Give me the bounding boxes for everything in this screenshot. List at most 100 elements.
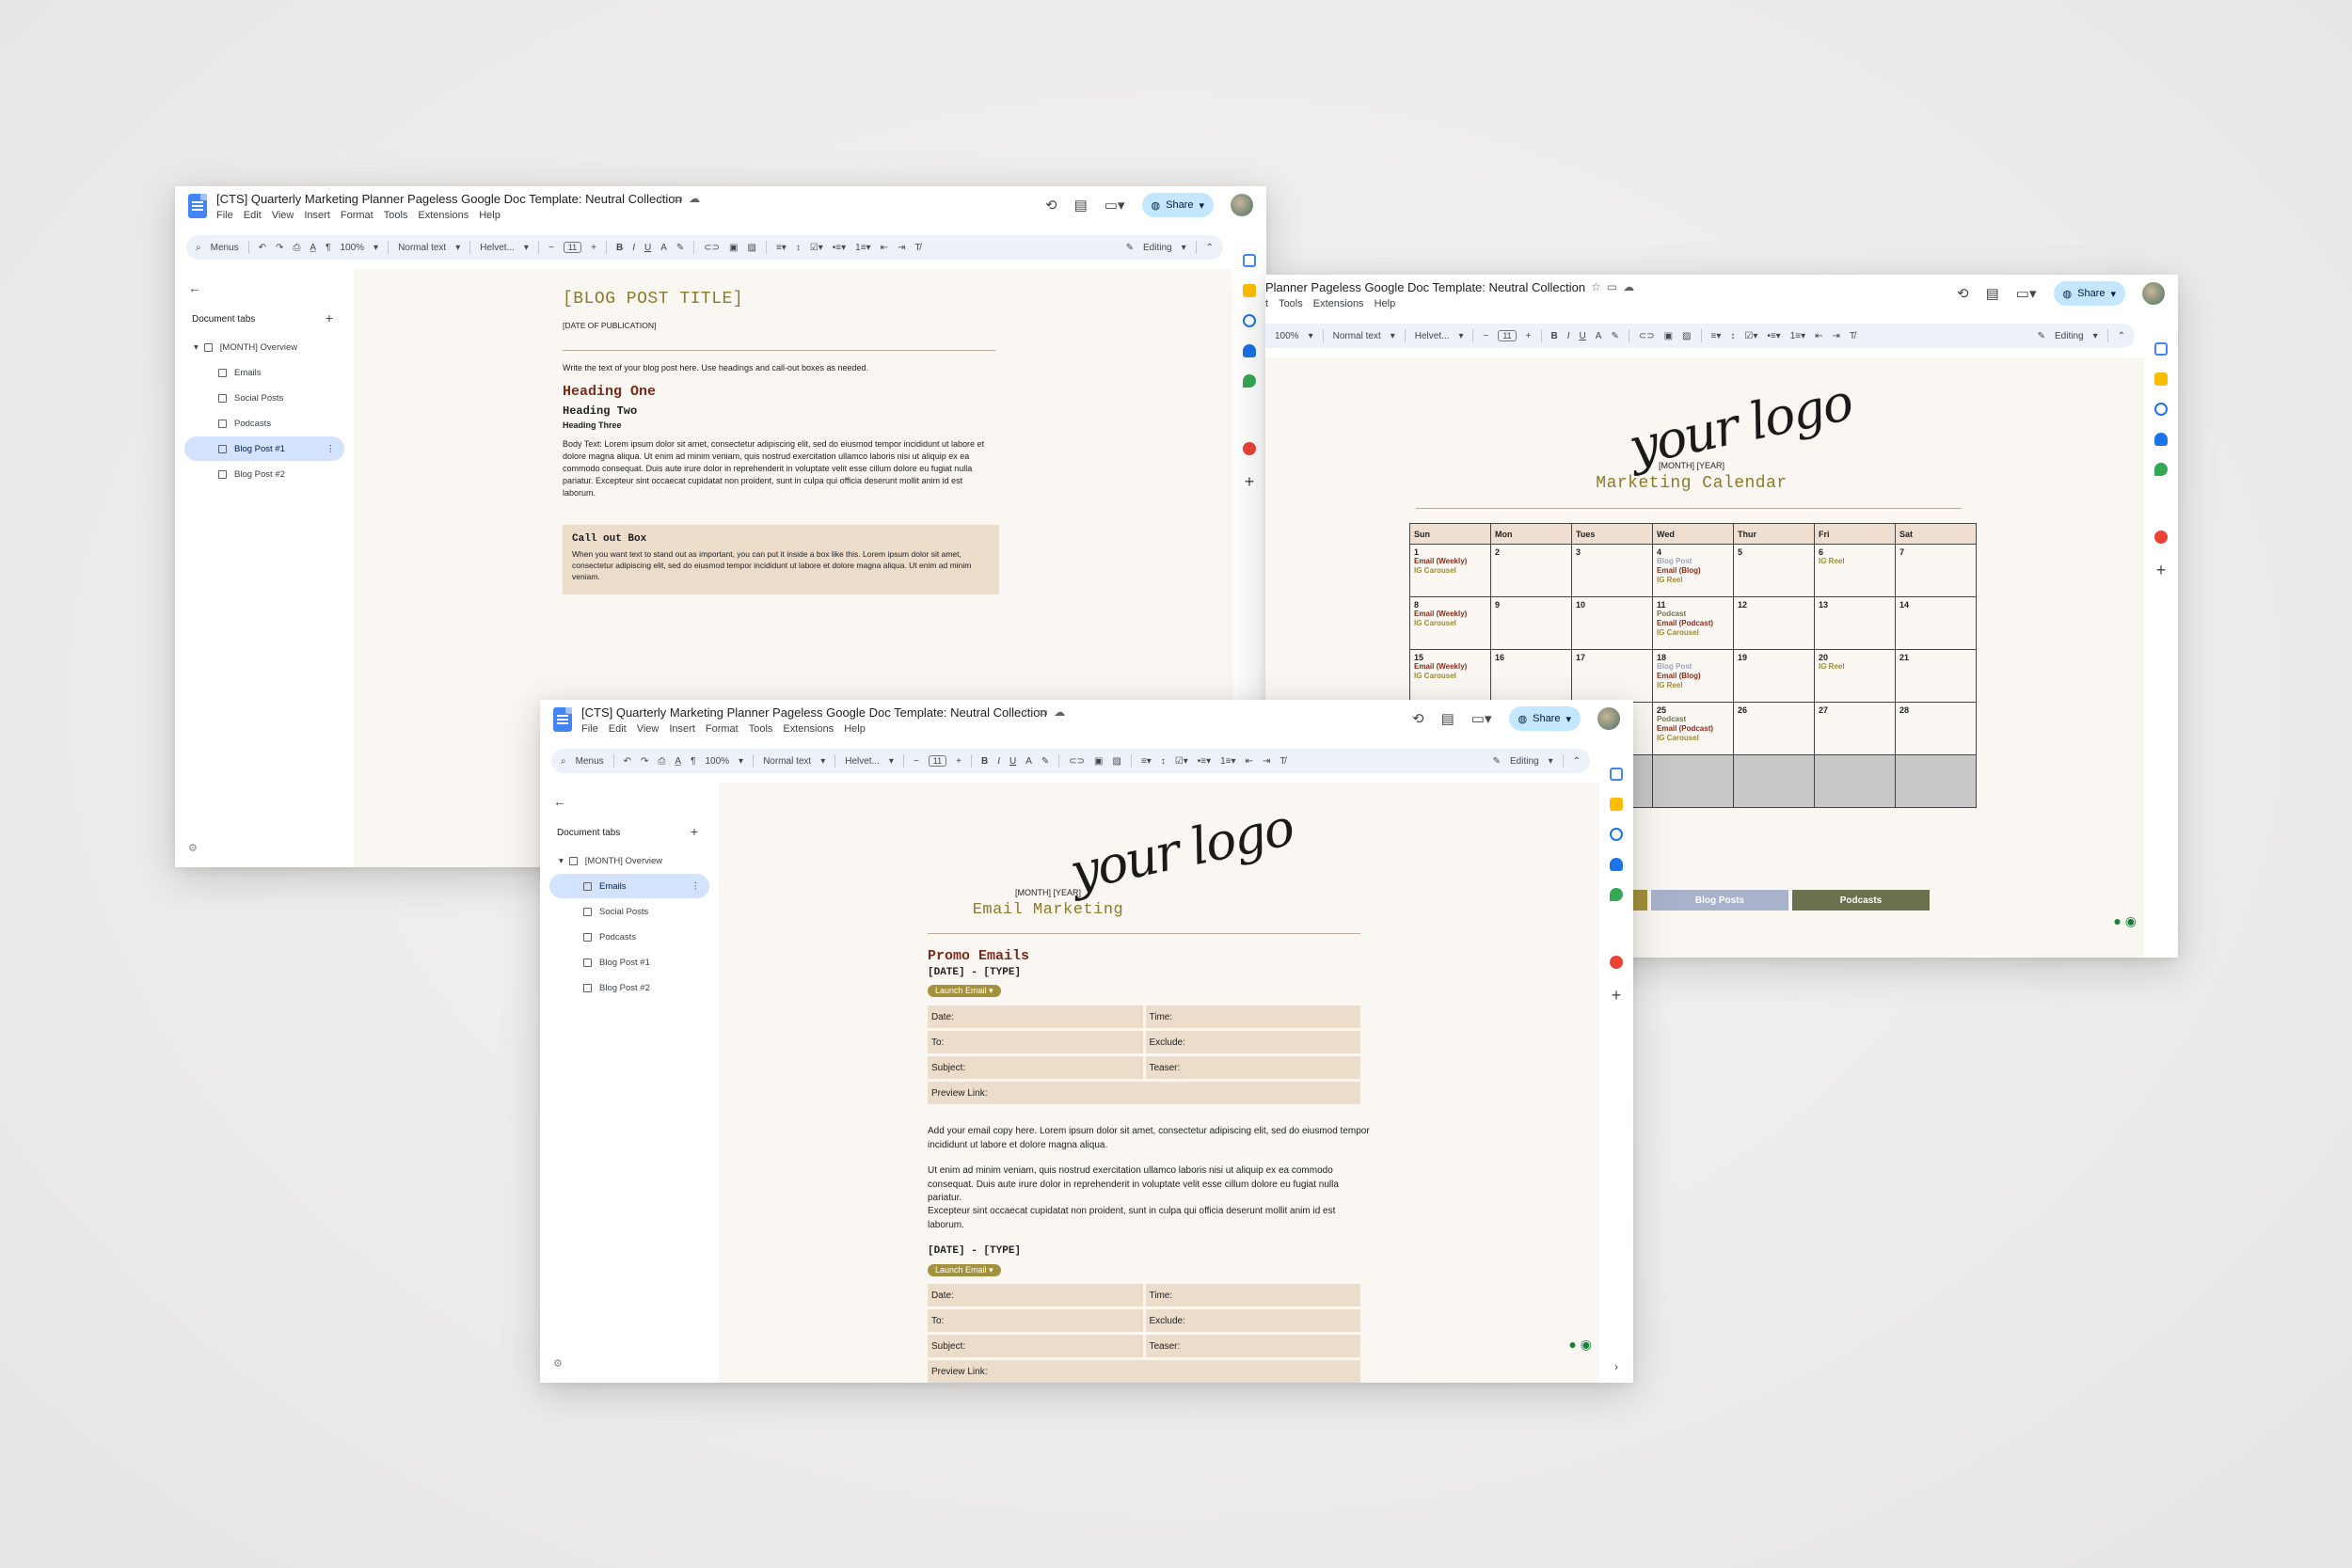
font-size-increase[interactable]: +: [591, 243, 596, 253]
calendar-day-cell[interactable]: 17: [1571, 649, 1653, 703]
search-menus-icon[interactable]: ⌕: [561, 756, 566, 767]
title-action-icons[interactable]: ☆▭☁: [1022, 705, 1071, 719]
exclude-field[interactable]: Exclude:: [1145, 1031, 1360, 1053]
tab-podcasts[interactable]: Podcasts: [549, 925, 709, 949]
maps-icon[interactable]: [1610, 888, 1623, 901]
menu-view[interactable]: View: [637, 723, 660, 735]
highlight-icon[interactable]: ✎: [1611, 331, 1618, 341]
underline-icon[interactable]: U: [1580, 331, 1586, 341]
tab-blog-post-2[interactable]: Blog Post #2: [549, 975, 709, 1000]
zoom-select[interactable]: 100%: [705, 756, 729, 767]
menu-edit[interactable]: Edit: [244, 210, 262, 221]
style-select[interactable]: Normal text: [398, 243, 446, 253]
chevron-down-icon[interactable]: ▾: [1199, 199, 1204, 212]
email-type-chip[interactable]: Launch Email ▾: [928, 981, 1001, 998]
line-spacing-icon[interactable]: ↕: [1730, 331, 1735, 341]
share-button[interactable]: ◍ Share ▾: [2053, 281, 2125, 306]
settings-icon[interactable]: ⚙: [553, 1357, 563, 1370]
comment-icon[interactable]: ▤: [1986, 287, 1999, 301]
share-button[interactable]: ◍ Share ▾: [1141, 193, 1214, 217]
font-select[interactable]: Helvet...: [845, 756, 880, 767]
style-select[interactable]: Normal text: [1333, 331, 1381, 341]
indent-more-icon[interactable]: ⇥: [898, 243, 905, 253]
calendar-icon[interactable]: [1243, 254, 1256, 267]
font-size-decrease[interactable]: −: [1483, 331, 1488, 341]
calendar-icon[interactable]: [2154, 342, 2168, 356]
chevron-down-icon[interactable]: ▾: [1549, 756, 1553, 767]
bullet-list-icon[interactable]: •≡▾: [1767, 331, 1780, 341]
avatar[interactable]: [2142, 282, 2165, 305]
add-tab-icon[interactable]: +: [691, 824, 698, 839]
text-color-icon[interactable]: A: [660, 243, 667, 253]
chevron-up-icon[interactable]: ⌃: [1573, 756, 1581, 767]
clear-format-icon[interactable]: T̸: [914, 243, 920, 253]
menu-format[interactable]: t: [1265, 298, 1268, 309]
keep-icon[interactable]: [1610, 798, 1623, 811]
calendar-day-cell[interactable]: 2: [1490, 544, 1572, 597]
addon-status-icons[interactable]: ●◉: [2113, 913, 2140, 929]
text-color-icon[interactable]: A: [1596, 331, 1602, 341]
date-field[interactable]: Date:: [928, 1006, 1143, 1028]
calendar-day-cell[interactable]: 1 Email (Weekly) IG Carousel: [1409, 544, 1491, 597]
checklist-icon[interactable]: ☑▾: [1175, 756, 1188, 767]
chevron-down-icon[interactable]: ▾: [524, 243, 529, 253]
calendar-day-cell[interactable]: 8 Email (Weekly) IG Carousel: [1409, 596, 1491, 650]
indent-less-icon[interactable]: ⇤: [1246, 756, 1253, 767]
add-addon-icon[interactable]: +: [1245, 472, 1255, 492]
menu-extensions[interactable]: Extensions: [1313, 298, 1364, 309]
indent-less-icon[interactable]: ⇤: [1815, 331, 1822, 341]
docs-logo-icon[interactable]: [188, 194, 207, 218]
title-action-icons[interactable]: ☆▭☁: [1591, 280, 1640, 293]
paint-format-icon[interactable]: ¶: [326, 243, 330, 253]
comment-add-icon[interactable]: ▣: [1094, 756, 1103, 767]
back-arrow-icon[interactable]: ←: [553, 794, 566, 809]
link-icon[interactable]: ⊂⊃: [1069, 756, 1085, 767]
document-title[interactable]: [CTS] Quarterly Marketing Planner Pagele…: [216, 192, 682, 206]
paint-format-icon[interactable]: ¶: [691, 756, 695, 767]
menu-format[interactable]: Format: [341, 210, 373, 221]
image-icon[interactable]: ▨: [1113, 756, 1121, 767]
contacts-icon[interactable]: [1243, 344, 1256, 357]
numbered-list-icon[interactable]: 1≡▾: [1220, 756, 1235, 767]
add-addon-icon[interactable]: +: [1612, 986, 1622, 1006]
menu-help[interactable]: Help: [1375, 298, 1396, 309]
more-vert-icon[interactable]: ⋮: [691, 881, 701, 892]
tab-emails[interactable]: Emails: [184, 360, 344, 385]
checklist-icon[interactable]: ☑▾: [810, 243, 823, 253]
preview-link-field[interactable]: Preview Link:: [928, 1082, 1360, 1104]
bold-icon[interactable]: B: [1551, 331, 1558, 341]
indent-more-icon[interactable]: ⇥: [1833, 331, 1840, 341]
underline-icon[interactable]: U: [1009, 756, 1016, 767]
calendar-day-cell[interactable]: 21: [1895, 649, 1977, 703]
chevron-right-icon[interactable]: ›: [1614, 1360, 1618, 1373]
highlight-icon[interactable]: ✎: [676, 243, 684, 253]
calendar-icon[interactable]: [1610, 768, 1623, 781]
align-icon[interactable]: ≡▾: [1711, 331, 1722, 341]
checklist-icon[interactable]: ☑▾: [1744, 331, 1757, 341]
email-type-chip-2[interactable]: Launch Email ▾: [928, 1260, 1001, 1277]
spellcheck-icon[interactable]: A̲: [310, 243, 316, 253]
keep-icon[interactable]: [2154, 372, 2168, 386]
time-field[interactable]: Time:: [1145, 1284, 1360, 1307]
menu-tools[interactable]: Tools: [749, 723, 773, 735]
tasks-icon[interactable]: [1610, 828, 1623, 841]
zoom-select[interactable]: 100%: [340, 243, 364, 253]
menu-file[interactable]: File: [216, 210, 233, 221]
menus-search[interactable]: Menus: [211, 243, 239, 253]
italic-icon[interactable]: I: [1567, 331, 1570, 341]
settings-icon[interactable]: ⚙: [188, 842, 198, 854]
line-spacing-icon[interactable]: ↕: [1161, 756, 1166, 767]
calendar-day-cell[interactable]: 19: [1733, 649, 1815, 703]
comment-add-icon[interactable]: ▣: [729, 243, 738, 253]
video-icon[interactable]: ▭▾: [1104, 198, 1125, 213]
contacts-icon[interactable]: [2154, 433, 2168, 446]
asana-icon[interactable]: [1243, 442, 1256, 455]
calendar-day-cell[interactable]: 26: [1733, 702, 1815, 755]
clear-format-icon[interactable]: T̸: [1279, 756, 1285, 767]
style-select[interactable]: Normal text: [763, 756, 811, 767]
video-icon[interactable]: ▭▾: [1471, 712, 1492, 726]
tab-blog-post-1[interactable]: Blog Post #1 ⋮: [184, 436, 344, 461]
chevron-up-icon[interactable]: ⌃: [2118, 331, 2125, 341]
tasks-icon[interactable]: [1243, 314, 1256, 327]
menus-search[interactable]: Menus: [576, 756, 604, 767]
